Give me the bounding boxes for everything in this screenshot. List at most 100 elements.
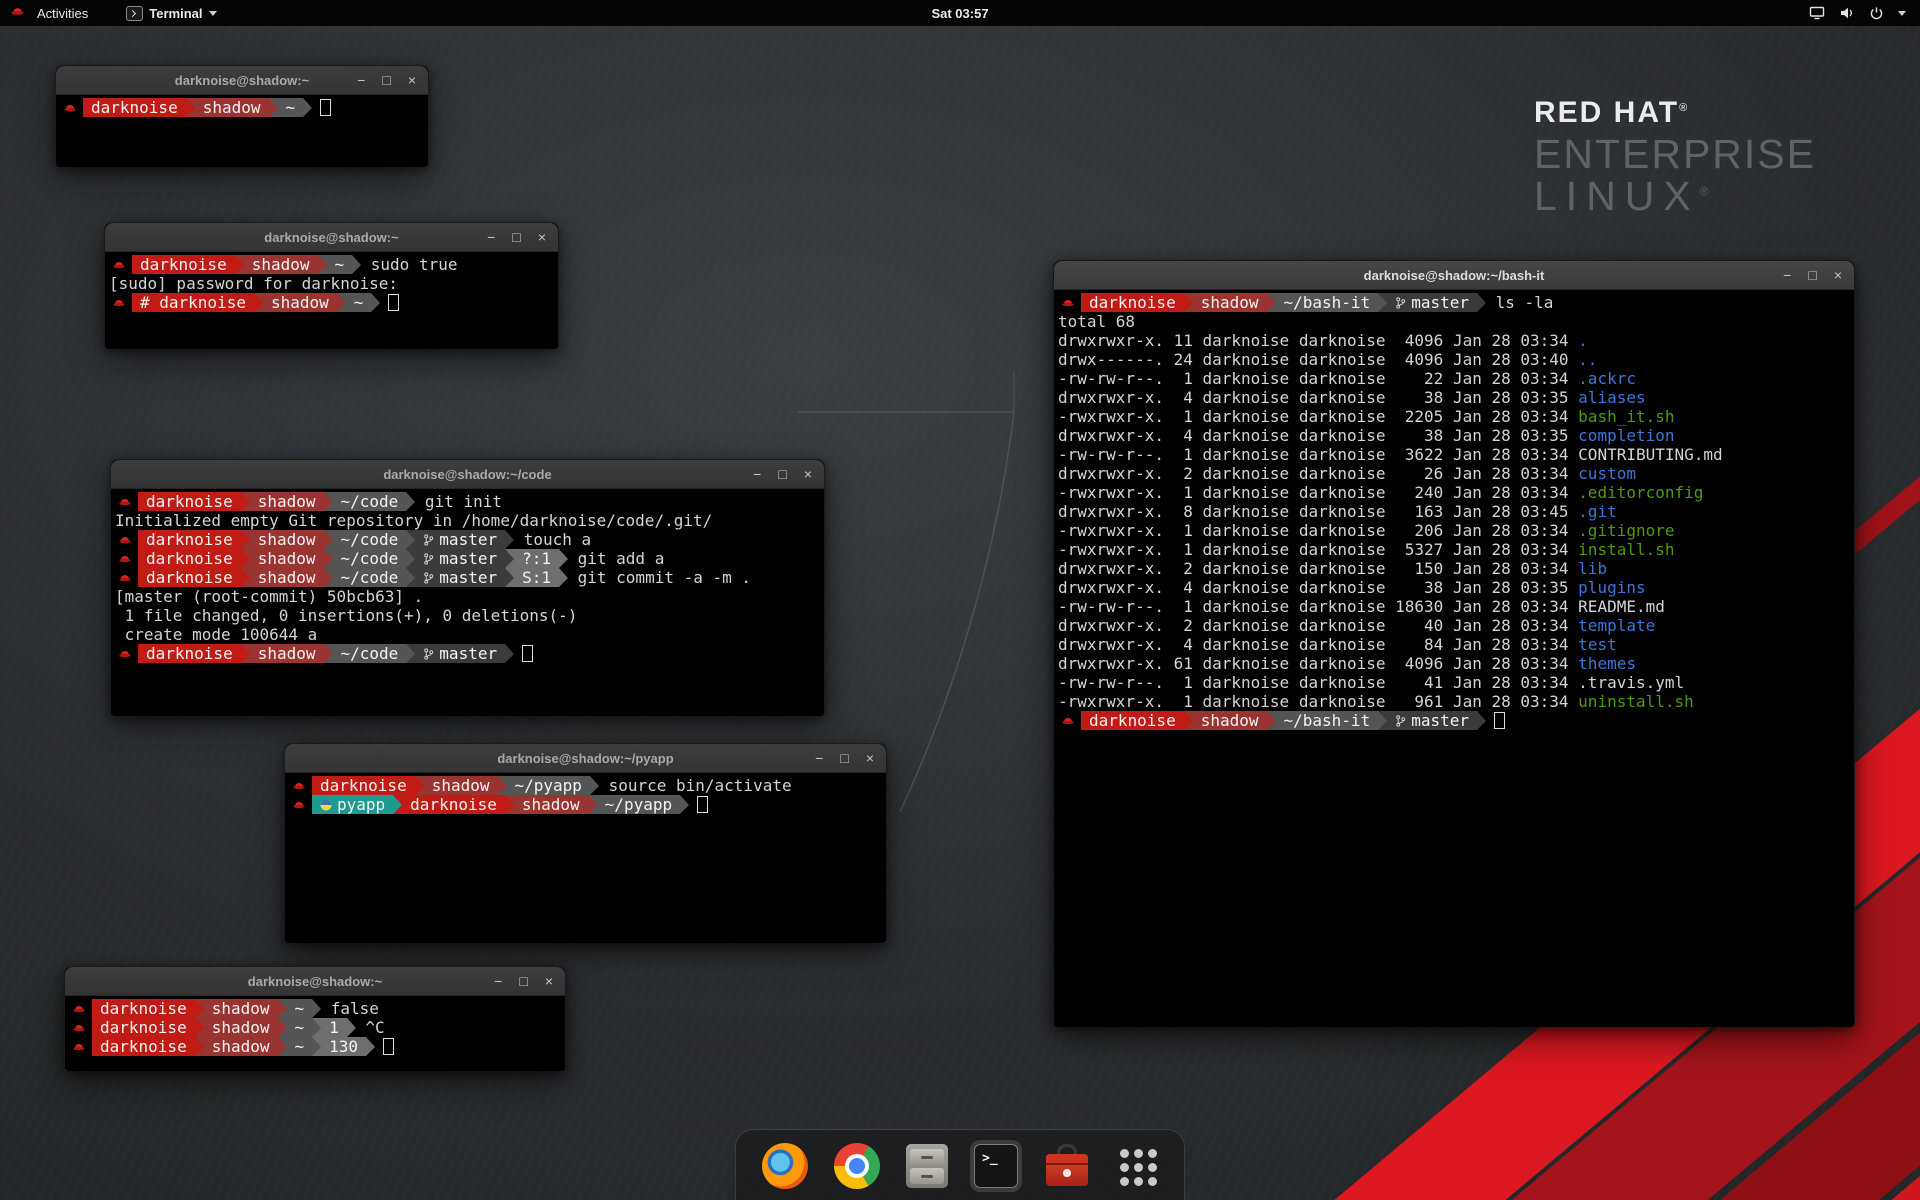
terminal-body[interactable]: darknoiseshadow~ [56, 95, 428, 167]
terminal-line: -rwxrwxr-x. 1 darknoise darknoise 5327 J… [1058, 540, 1854, 559]
terminal-line: darknoiseshadow~/codemaster?:1 git add a [115, 549, 824, 568]
powerline-arrow [590, 776, 599, 795]
close-button[interactable]: × [545, 974, 553, 988]
powerline-arrow [318, 255, 327, 274]
close-button[interactable]: × [538, 230, 546, 244]
terminal-text: [sudo] password for darknoise: [109, 274, 408, 293]
terminal-line: -rwxrwxr-x. 1 darknoise darknoise 2205 J… [1058, 407, 1854, 426]
terminal-text: drwxrwxr-x. 2 darknoise darknoise 26 Jan… [1058, 464, 1578, 483]
prompt-segment-user: darknoise [312, 776, 415, 795]
maximize-button[interactable]: □ [512, 230, 520, 244]
volume-icon[interactable] [1839, 6, 1855, 20]
powerline-arrow [680, 795, 689, 814]
terminal-text: lib [1578, 559, 1607, 578]
maximize-button[interactable]: □ [1808, 268, 1816, 282]
file-cabinet-icon [906, 1144, 948, 1188]
powerline-arrow [415, 776, 424, 795]
terminal-text: total 68 [1058, 312, 1135, 331]
powerline-arrow [498, 776, 507, 795]
maximize-button[interactable]: □ [382, 73, 390, 87]
minimize-button[interactable]: − [753, 467, 761, 481]
terminal-text: CONTRIBUTING.md [1578, 445, 1723, 464]
terminal-line: -rw-rw-r--. 1 darknoise darknoise 22 Jan… [1058, 369, 1854, 388]
close-button[interactable]: × [1834, 268, 1842, 282]
desktop: RED HAT® ENTERPRISE LINUX® Activities Te… [0, 0, 1920, 1200]
firefox-icon [762, 1143, 808, 1189]
chrome-icon-dot [849, 1158, 865, 1174]
minimize-button[interactable]: − [815, 751, 823, 765]
terminal-line: darknoiseshadow~ [60, 98, 428, 117]
minimize-button[interactable]: − [494, 974, 502, 988]
dock-terminal-icon[interactable]: >_ [970, 1140, 1022, 1192]
redhat-icon [1058, 711, 1081, 730]
prompt-segment-user: darknoise [138, 568, 241, 587]
terminal-body[interactable]: darknoiseshadow~/pyapp source bin/activa… [285, 773, 886, 943]
powerline-arrow [1184, 711, 1193, 730]
power-icon[interactable] [1869, 6, 1884, 21]
titlebar[interactable]: darknoise@shadow:~ − □ × [65, 967, 565, 996]
powerline-arrow [195, 1018, 204, 1037]
dock-chrome-icon[interactable] [830, 1139, 884, 1193]
python-icon [320, 799, 332, 811]
powerline-arrow [241, 644, 250, 663]
cabinet-drawer [910, 1149, 944, 1165]
prompt-segment-branch: master [415, 549, 505, 568]
minimize-button[interactable]: − [357, 73, 365, 87]
powerline-arrow [505, 530, 514, 549]
terminal-line: total 68 [1058, 312, 1854, 331]
terminal-text: git add a [568, 549, 664, 568]
prompt-segment-path: ~ [287, 999, 313, 1018]
close-button[interactable]: × [408, 73, 416, 87]
dock-toolbox-icon[interactable] [1040, 1139, 1094, 1193]
branch-icon [423, 533, 434, 547]
titlebar[interactable]: darknoise@shadow:~/bash-it − □ × [1054, 261, 1854, 290]
terminal-line: drwxrwxr-x. 4 darknoise darknoise 38 Jan… [1058, 426, 1854, 445]
maximize-button[interactable]: □ [840, 751, 848, 765]
dock-files-icon[interactable] [902, 1140, 952, 1192]
prompt-segment-user: darknoise [138, 549, 241, 568]
redhat-icon [115, 549, 138, 568]
terminal-body[interactable]: darknoiseshadow~ sudo true[sudo] passwor… [105, 252, 558, 349]
terminal-text: Initialized empty Git repository in /hom… [115, 511, 712, 530]
close-button[interactable]: × [804, 467, 812, 481]
dock-firefox-icon[interactable] [758, 1139, 812, 1193]
minimize-button[interactable]: − [487, 230, 495, 244]
terminal-body[interactable]: darknoiseshadow~/bash-itmaster ls -latot… [1054, 290, 1854, 1027]
redhat-icon [115, 492, 138, 511]
prompt-segment-host: shadow [195, 98, 269, 117]
terminal-line: -rwxrwxr-x. 1 darknoise darknoise 961 Ja… [1058, 692, 1854, 711]
redhat-icon [109, 255, 132, 274]
prompt-segment-path: ~ [287, 1018, 313, 1037]
prompt-segment-host: shadow [250, 568, 324, 587]
titlebar[interactable]: darknoise@shadow:~/code − □ × [111, 460, 824, 489]
prompt-segment-host: shadow [263, 293, 337, 312]
prompt-segment-host: shadow [204, 1018, 278, 1037]
terminal-text: -rw-rw-r--. 1 darknoise darknoise 18630 … [1058, 597, 1578, 616]
titlebar[interactable]: darknoise@shadow:~ − □ × [105, 223, 558, 252]
prompt-segment-user: darknoise [92, 999, 195, 1018]
display-icon[interactable] [1809, 6, 1825, 20]
terminal-line: Initialized empty Git repository in /hom… [115, 511, 824, 530]
maximize-button[interactable]: □ [519, 974, 527, 988]
maximize-button[interactable]: □ [778, 467, 786, 481]
minimize-button[interactable]: − [1783, 268, 1791, 282]
titlebar[interactable]: darknoise@shadow:~ − □ × [56, 66, 428, 95]
close-button[interactable]: × [866, 751, 874, 765]
prompt-segment-status: S:1 [514, 568, 559, 587]
powerline-arrow [1378, 711, 1387, 730]
prompt-segment-path: ~/pyapp [597, 795, 680, 814]
powerline-arrow [241, 568, 250, 587]
terminal-body[interactable]: darknoiseshadow~ falsedarknoiseshadow~1 … [65, 996, 565, 1071]
terminal-text: test [1578, 635, 1617, 654]
system-menu-chevron-icon[interactable] [1898, 11, 1906, 16]
prompt-segment-host: shadow [250, 530, 324, 549]
clock[interactable]: Sat 03:57 [0, 6, 1920, 21]
powerline-arrow [269, 98, 278, 117]
redhat-icon [69, 999, 92, 1018]
terminal-body[interactable]: darknoiseshadow~/code git initInitialize… [111, 489, 824, 716]
titlebar[interactable]: darknoise@shadow:~/pyapp − □ × [285, 744, 886, 773]
dock-appgrid-icon[interactable] [1112, 1141, 1162, 1191]
brand-linux: LINUX® [1534, 175, 1816, 218]
terminal-line: -rw-rw-r--. 1 darknoise darknoise 18630 … [1058, 597, 1854, 616]
terminal-window: darknoise@shadow:~ − □ × darknoiseshadow… [55, 65, 429, 167]
